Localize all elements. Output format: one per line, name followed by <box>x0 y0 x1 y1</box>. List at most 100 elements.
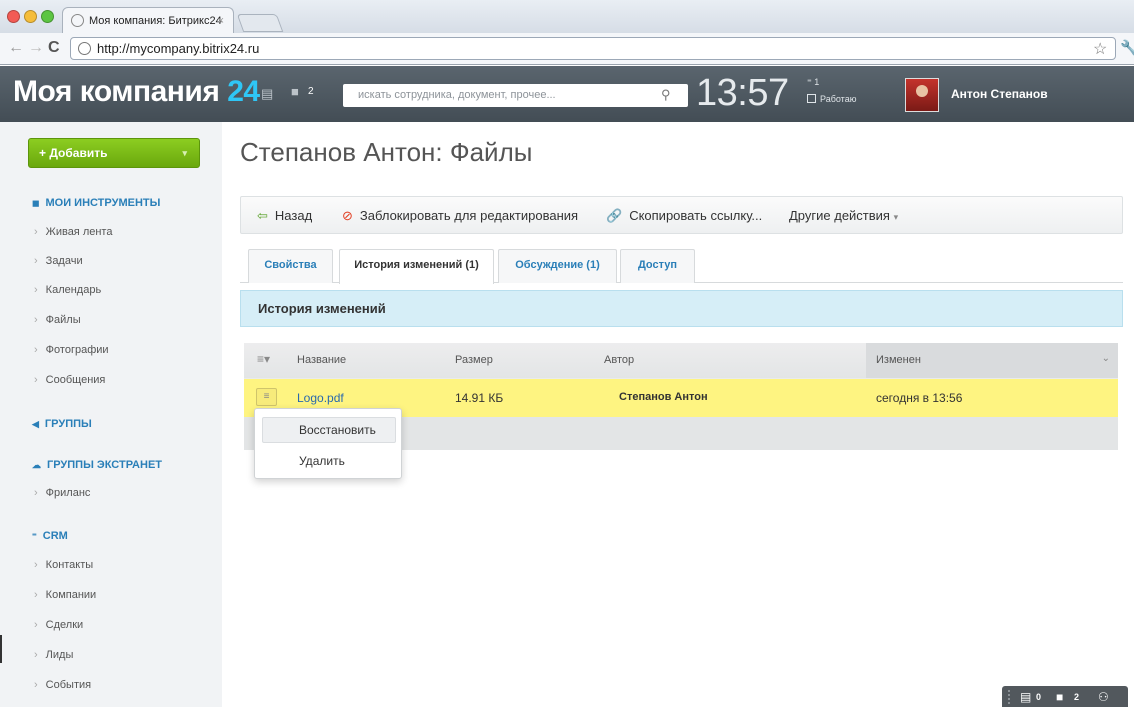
logo-text: Моя компания <box>13 75 220 108</box>
crm-icon: ⁼ <box>32 531 37 541</box>
delete-menu-item[interactable]: Удалить <box>299 454 345 468</box>
chat-icon[interactable]: ▤ <box>1020 686 1031 707</box>
user-name[interactable]: Антон Степанов <box>951 87 1048 101</box>
column-size[interactable]: Размер <box>455 354 493 366</box>
browser-tab-bar: Моя компания: Битрикс24 × <box>0 0 1134 34</box>
window-close-button[interactable] <box>7 10 20 23</box>
sidebar-item-photos[interactable]: Фотографии <box>34 344 109 356</box>
browser-tab[interactable]: Моя компания: Битрикс24 × <box>62 7 234 34</box>
notifications-icon[interactable]: ■ <box>1056 686 1063 707</box>
panel-title: История изменений <box>240 290 1123 327</box>
row-menu-icon[interactable]: ≡ <box>256 388 277 406</box>
tab-access[interactable]: Доступ <box>620 249 695 283</box>
chevron-down-icon: ⌄ <box>1101 353 1110 364</box>
reload-icon[interactable]: C <box>48 39 60 57</box>
logo[interactable]: Моя компания 24 <box>13 75 260 109</box>
column-author[interactable]: Автор <box>604 354 634 366</box>
users-icon[interactable]: ⚇ <box>1098 686 1109 707</box>
back-arrow-icon: ⇦ <box>257 208 268 223</box>
more-actions-label: Другие действия <box>789 208 890 223</box>
tab-properties[interactable]: Свойства <box>248 249 333 283</box>
globe-icon <box>78 42 91 55</box>
messages-count: 0 <box>1036 692 1042 702</box>
sidebar-section-crm[interactable]: ⁼ CRM <box>32 530 68 542</box>
tab-history[interactable]: История изменений (1) <box>339 249 494 284</box>
browser-tab-title: Моя компания: Битрикс24 <box>89 15 222 27</box>
restore-menu-item[interactable]: Восстановить <box>262 417 396 443</box>
cloud-icon: ☁ <box>32 460 41 470</box>
back-button[interactable]: ⇦ Назад <box>257 208 312 224</box>
sidebar-section-label: ГРУППЫ <box>44 418 92 430</box>
search-input[interactable]: искать сотрудника, документ, прочее... <box>343 84 688 107</box>
clock[interactable]: 13:57 <box>696 72 789 115</box>
drag-handle[interactable] <box>1008 690 1012 704</box>
sidebar-item-events[interactable]: События <box>34 679 91 691</box>
notifications-icon[interactable]: ■ <box>291 84 299 99</box>
sidebar: + Добавить ▾ ◼ МОИ ИНСТРУМЕНТЫ Живая лента… <box>0 122 222 707</box>
page-title: Степанов Антон: Файлы <box>240 137 533 167</box>
avatar[interactable] <box>905 78 939 112</box>
back-arrow-icon[interactable]: ← <box>8 39 24 57</box>
wrench-icon[interactable]: 🔧 <box>1120 39 1134 57</box>
url-text: http://mycompany.bitrix24.ru <box>97 41 260 56</box>
lock-icon: ⊘ <box>342 208 353 223</box>
column-name[interactable]: Название <box>297 354 346 366</box>
lock-button[interactable]: ⊘ Заблокировать для редактирования <box>342 208 578 224</box>
sidebar-item-files[interactable]: Файлы <box>34 314 81 326</box>
file-name-link[interactable]: Logo.pdf <box>297 391 344 405</box>
forward-arrow-icon[interactable]: → <box>28 39 44 57</box>
sidebar-section-label: ГРУППЫ ЭКСТРАНЕТ <box>47 459 163 471</box>
notifications-count: 2 <box>1074 692 1080 702</box>
divider <box>0 635 2 663</box>
add-button[interactable]: + Добавить ▾ <box>28 138 200 168</box>
file-author[interactable]: Степанов Антон <box>619 391 708 403</box>
browser-nav-bar: ← → C http://mycompany.bitrix24.ru ☆ 🔧 <box>0 33 1134 65</box>
copy-link-button[interactable]: 🔗 Скопировать ссылку... <box>606 208 762 224</box>
star-icon[interactable]: ☆ <box>1093 39 1107 59</box>
sidebar-item-feed[interactable]: Живая лента <box>34 226 113 238</box>
add-button-label: + Добавить <box>39 146 108 160</box>
chevron-down-icon: ▾ <box>182 148 187 158</box>
url-bar[interactable]: http://mycompany.bitrix24.ru <box>70 37 1116 60</box>
page: Моя компания: Битрикс24 × ← → C http://m… <box>0 0 1134 707</box>
grid-settings-icon[interactable]: ≡▾ <box>257 352 270 366</box>
back-label: Назад <box>274 208 313 223</box>
globe-icon <box>71 14 84 27</box>
sidebar-section-groups[interactable]: ◀ ГРУППЫ <box>32 418 92 430</box>
new-tab-button[interactable] <box>236 14 284 32</box>
sidebar-section-extranet[interactable]: ☁ ГРУППЫ ЭКСТРАНЕТ <box>32 459 162 471</box>
sidebar-section-tools[interactable]: ◼ МОИ ИНСТРУМЕНТЫ <box>32 197 160 209</box>
sidebar-item-contacts[interactable]: Контакты <box>34 559 94 571</box>
file-size: 14.91 КБ <box>455 391 504 405</box>
tab-close-icon[interactable]: × <box>218 8 224 34</box>
search-icon[interactable]: ⚲ <box>661 87 671 103</box>
timeman-count: ⁼ 1 <box>807 77 820 87</box>
lock-label: Заблокировать для редактирования <box>359 208 579 223</box>
sidebar-item-freelance[interactable]: Фриланс <box>34 487 91 499</box>
chevron-down-icon: ▾ <box>893 212 899 222</box>
copy-link-label: Скопировать ссылку... <box>629 208 763 223</box>
groups-icon: ◀ <box>32 419 39 429</box>
sidebar-item-leads[interactable]: Лиды <box>34 649 74 661</box>
tab-discussion[interactable]: Обсуждение (1) <box>498 249 617 283</box>
row-context-menu: Восстановить Удалить <box>254 408 402 479</box>
more-actions-button[interactable]: Другие действия ▾ <box>789 208 898 223</box>
bookmark-icon: ◼ <box>32 198 40 208</box>
portal-header: Моя компания 24 ▤ ■ 2 искать сотрудника,… <box>0 66 1134 122</box>
window-maximize-button[interactable] <box>41 10 54 23</box>
sidebar-section-label: CRM <box>42 530 68 542</box>
sidebar-item-deals[interactable]: Сделки <box>34 619 84 631</box>
column-changed-label: Изменен <box>876 354 921 366</box>
file-changed: сегодня в 13:56 <box>876 391 963 405</box>
timeman-status[interactable]: Работаю <box>807 94 856 104</box>
messages-icon[interactable]: ▤ <box>261 86 273 102</box>
sidebar-item-messages[interactable]: Сообщения <box>34 374 106 386</box>
notifications-count: 2 <box>308 86 314 97</box>
window-minimize-button[interactable] <box>24 10 37 23</box>
sidebar-item-tasks[interactable]: Задачи <box>34 255 83 267</box>
column-changed[interactable]: Изменен ⌄ <box>866 343 1118 378</box>
sidebar-section-label: МОИ ИНСТРУМЕНТЫ <box>45 197 161 209</box>
sidebar-item-companies[interactable]: Компании <box>34 589 97 601</box>
file-toolbar: ⇦ Назад ⊘ Заблокировать для редактирования… <box>240 196 1123 234</box>
sidebar-item-calendar[interactable]: Календарь <box>34 284 102 296</box>
